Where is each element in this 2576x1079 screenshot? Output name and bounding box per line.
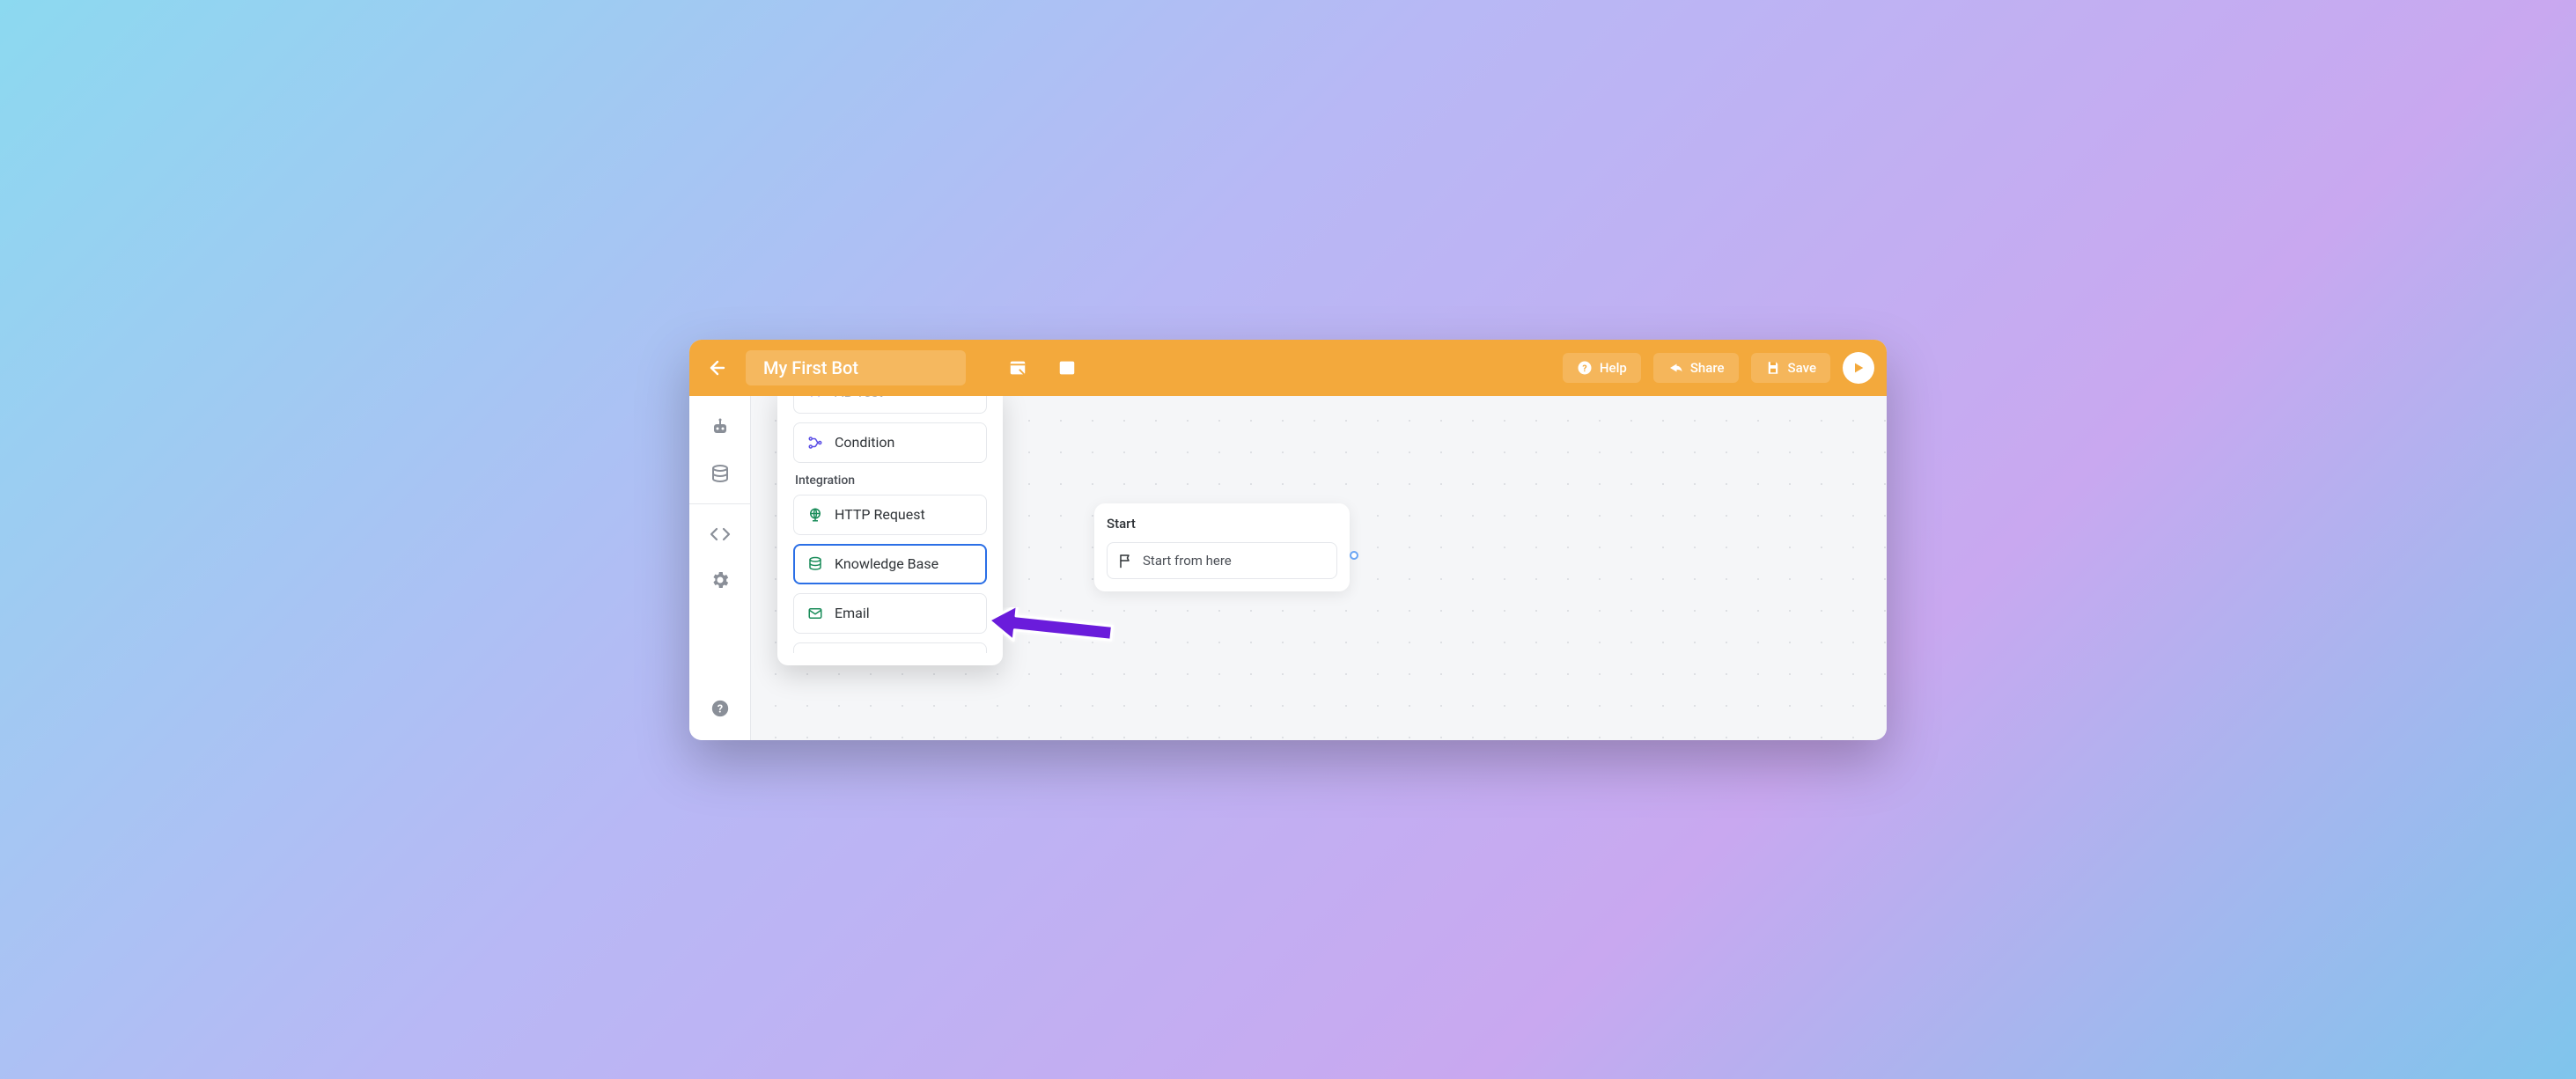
help-label: Help: [1600, 360, 1627, 376]
robot-icon: [710, 417, 731, 438]
titlebar: My First Bot {x} ? Help Share Save: [689, 340, 1887, 396]
play-icon: [1851, 361, 1866, 375]
palette-item-ab-test[interactable]: AB Test: [793, 396, 987, 414]
globe-icon: [806, 506, 824, 524]
palette-item-more[interactable]: [793, 642, 987, 653]
sidebar-item-settings[interactable]: [701, 561, 740, 599]
palette-item-label: Email: [835, 605, 870, 621]
note-icon: [1008, 358, 1027, 378]
gear-icon: [710, 569, 731, 591]
sidebar-item-code[interactable]: [701, 515, 740, 554]
variables-button[interactable]: {x}: [1054, 355, 1080, 381]
save-button[interactable]: Save: [1751, 353, 1830, 383]
start-node-row[interactable]: Start from here: [1107, 542, 1337, 579]
svg-text:{x}: {x}: [1062, 363, 1072, 373]
database-icon: [806, 555, 824, 573]
flag-icon: [1118, 553, 1134, 569]
share-button[interactable]: Share: [1653, 353, 1739, 383]
bot-title-input[interactable]: My First Bot: [746, 350, 966, 385]
block-palette: AB Test Condition Integration HTTP Reque…: [777, 396, 1003, 665]
database-icon: [710, 463, 731, 484]
palette-item-knowledge-base[interactable]: Knowledge Base: [793, 544, 987, 584]
palette-section-integration: Integration: [795, 473, 987, 488]
question-circle-icon: ?: [710, 699, 730, 718]
save-label: Save: [1788, 360, 1816, 376]
play-button[interactable]: [1843, 352, 1874, 384]
svg-text:?: ?: [717, 702, 722, 716]
svg-text:?: ?: [1582, 362, 1586, 373]
sidebar-item-help[interactable]: ?: [701, 689, 740, 728]
note-button[interactable]: [1005, 355, 1031, 381]
help-button[interactable]: ? Help: [1563, 353, 1641, 383]
save-icon: [1765, 360, 1781, 376]
sidebar-divider: [689, 503, 751, 504]
palette-item-condition[interactable]: Condition: [793, 422, 987, 463]
app-body: ? AB Test Condition Integr: [689, 396, 1887, 740]
palette-item-label: Condition: [835, 434, 894, 451]
start-node[interactable]: Start Start from here: [1094, 503, 1350, 591]
sidebar-item-data[interactable]: [701, 454, 740, 493]
share-icon: [1667, 360, 1683, 376]
palette-item-label: HTTP Request: [835, 506, 925, 523]
palette-item-email[interactable]: Email: [793, 593, 987, 634]
code-icon: [710, 524, 731, 545]
braces-x-icon: {x}: [1057, 358, 1077, 378]
app-window: My First Bot {x} ? Help Share Save: [689, 340, 1887, 740]
mail-icon: [806, 605, 824, 622]
back-button[interactable]: [702, 352, 733, 384]
palette-item-label: AB Test: [835, 396, 883, 400]
arrow-left-icon: [707, 357, 728, 378]
flow-canvas[interactable]: AB Test Condition Integration HTTP Reque…: [751, 396, 1887, 740]
share-label: Share: [1690, 360, 1725, 376]
sidebar-item-bot[interactable]: [701, 408, 740, 447]
help-icon: ?: [1577, 360, 1593, 376]
palette-item-label: Knowledge Base: [835, 555, 938, 572]
split-icon: [806, 396, 824, 400]
palette-item-http-request[interactable]: HTTP Request: [793, 495, 987, 535]
sidebar: ?: [689, 396, 751, 740]
start-node-title: Start: [1107, 516, 1337, 532]
start-node-output-port[interactable]: [1350, 551, 1358, 560]
annotation-arrow-icon: [989, 607, 1130, 660]
branch-icon: [806, 434, 824, 451]
start-node-label: Start from here: [1143, 553, 1232, 569]
